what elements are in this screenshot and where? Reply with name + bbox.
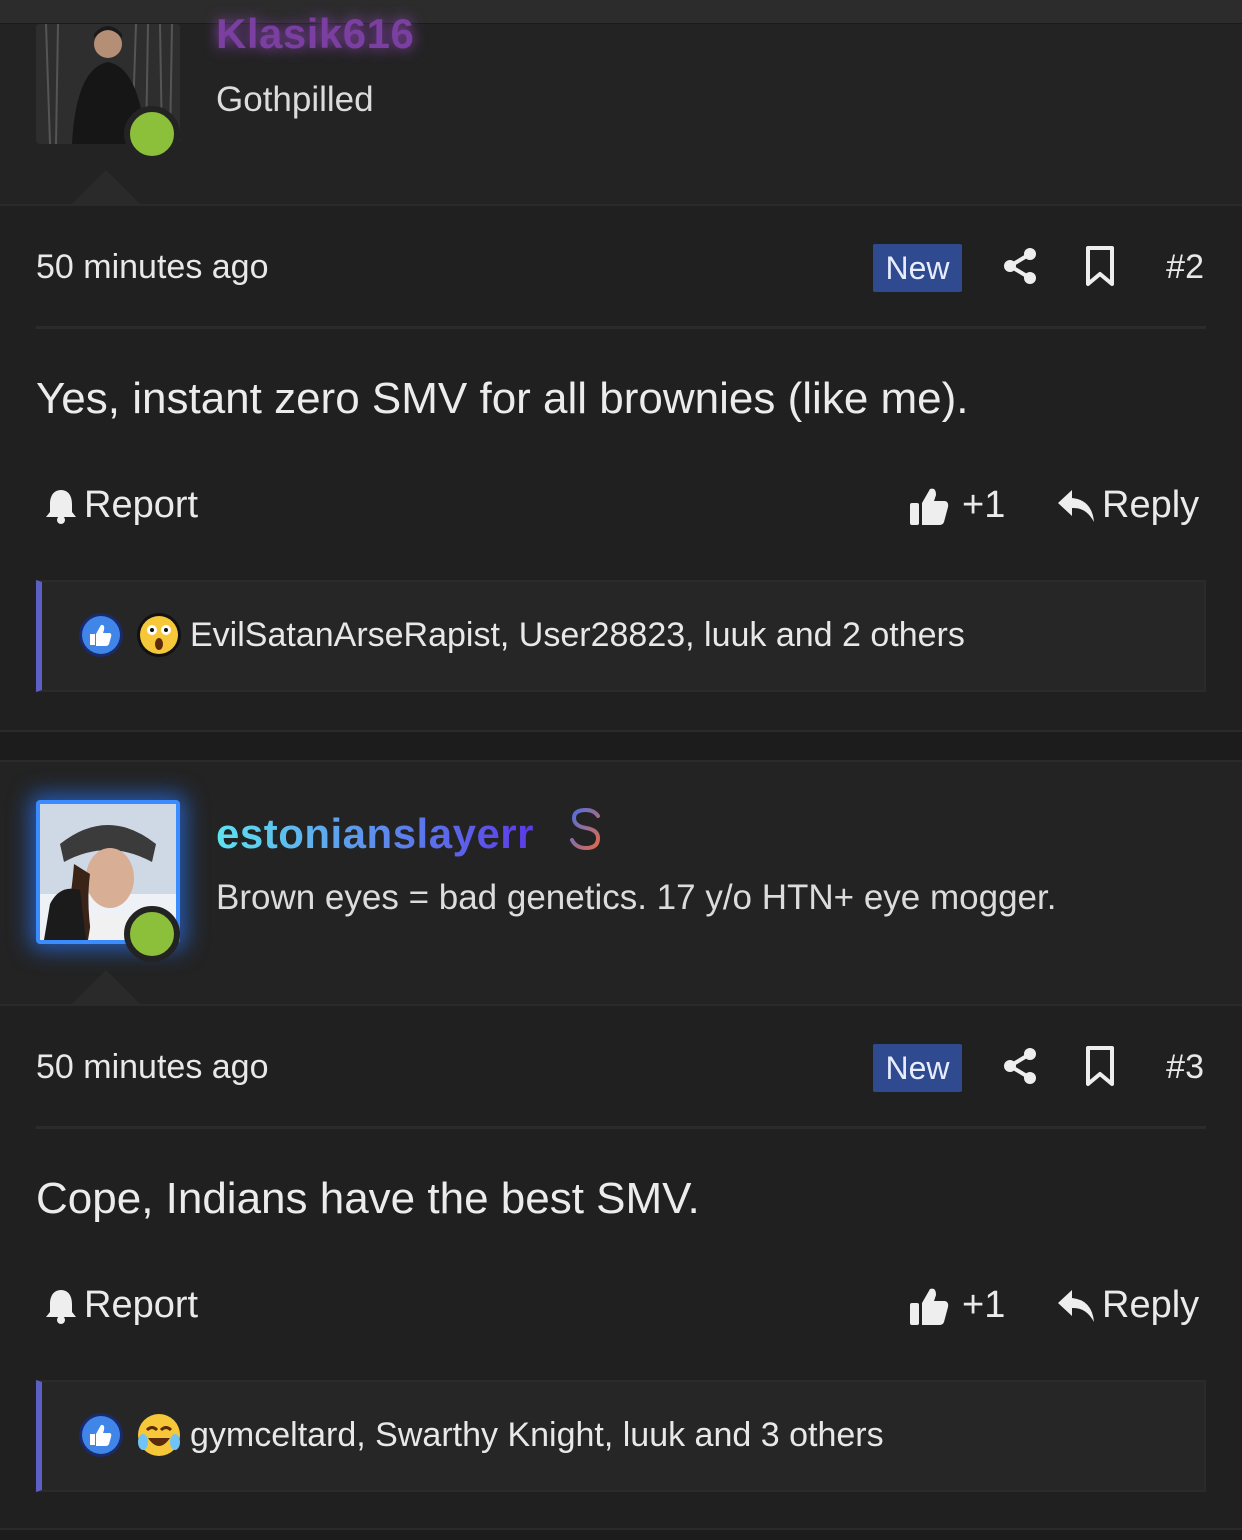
thumbs-up-reaction-icon (79, 613, 123, 657)
post-number[interactable]: #2 (1166, 248, 1204, 287)
bell-icon (46, 1289, 76, 1324)
username[interactable]: estonianslayerr (216, 810, 534, 858)
reply-icon (1058, 489, 1094, 522)
share-icon[interactable] (1000, 1046, 1040, 1086)
user-title: Gothpilled (216, 80, 374, 119)
thumbs-up-reaction-icon (79, 1413, 123, 1457)
post-separator (0, 730, 1242, 762)
report-label: Report (84, 484, 199, 526)
reaction-users[interactable]: EvilSatanArseRapist, User28823, luuk and… (190, 616, 965, 655)
reaction-users[interactable]: gymceltard, Swarthy Knight, luuk and 3 o… (190, 1416, 884, 1455)
post-body: 50 minutes ago New #3 Cope, Indians have… (0, 1004, 1242, 1530)
reaction-icons (78, 612, 182, 658)
pointer-arrow (72, 170, 140, 204)
like-button[interactable]: +1 (908, 1284, 1005, 1327)
user-title: Brown eyes = bad genetics. 17 y/o HTN+ e… (216, 878, 1057, 917)
post-time[interactable]: 50 minutes ago (36, 248, 269, 287)
reply-button[interactable]: Reply (1056, 1284, 1199, 1327)
report-button[interactable]: Report (44, 484, 198, 527)
user-block: estonianslayerr Brown eyes = bad genetic… (0, 764, 1242, 1004)
reply-label: Reply (1102, 1284, 1200, 1326)
online-status-dot (124, 906, 180, 962)
post-time[interactable]: 50 minutes ago (36, 1048, 269, 1087)
bookmark-icon[interactable] (1082, 246, 1122, 286)
report-button[interactable]: Report (44, 1284, 198, 1327)
shocked-face-reaction-icon (137, 613, 181, 657)
thumbs-up-icon (910, 1288, 949, 1325)
online-status-dot (124, 106, 180, 162)
top-bar (0, 0, 1242, 24)
like-count: +1 (962, 484, 1006, 526)
pointer-arrow (72, 970, 140, 1004)
post-message: Cope, Indians have the best SMV. (36, 1174, 700, 1223)
reply-button[interactable]: Reply (1056, 484, 1199, 527)
reactions-bar[interactable]: gymceltard, Swarthy Knight, luuk and 3 o… (36, 1380, 1206, 1492)
divider (36, 326, 1206, 329)
post-message: Yes, instant zero SMV for all brownies (… (36, 374, 969, 423)
new-badge: New (873, 244, 962, 292)
share-icon[interactable] (1000, 246, 1040, 286)
dollar-sign-icon (570, 802, 601, 856)
reply-icon (1058, 1289, 1094, 1322)
post-number[interactable]: #3 (1166, 1048, 1204, 1087)
crying-laughing-reaction-icon (138, 1414, 180, 1456)
post-body: 50 minutes ago New #2 Yes, instant zero … (0, 204, 1242, 730)
new-badge: New (873, 1044, 962, 1092)
like-button[interactable]: +1 (908, 484, 1005, 527)
bell-icon (46, 489, 76, 524)
user-block: Klasik616 Gothpilled (0, 10, 1242, 204)
bookmark-icon[interactable] (1082, 1046, 1122, 1086)
thumbs-up-icon (910, 488, 949, 525)
post-separator (0, 1528, 1242, 1540)
reaction-icons (78, 1412, 182, 1458)
reply-label: Reply (1102, 484, 1200, 526)
reactions-bar[interactable]: EvilSatanArseRapist, User28823, luuk and… (36, 580, 1206, 692)
like-count: +1 (962, 1284, 1006, 1326)
divider (36, 1126, 1206, 1129)
report-label: Report (84, 1284, 199, 1326)
username[interactable]: Klasik616 (216, 10, 414, 58)
